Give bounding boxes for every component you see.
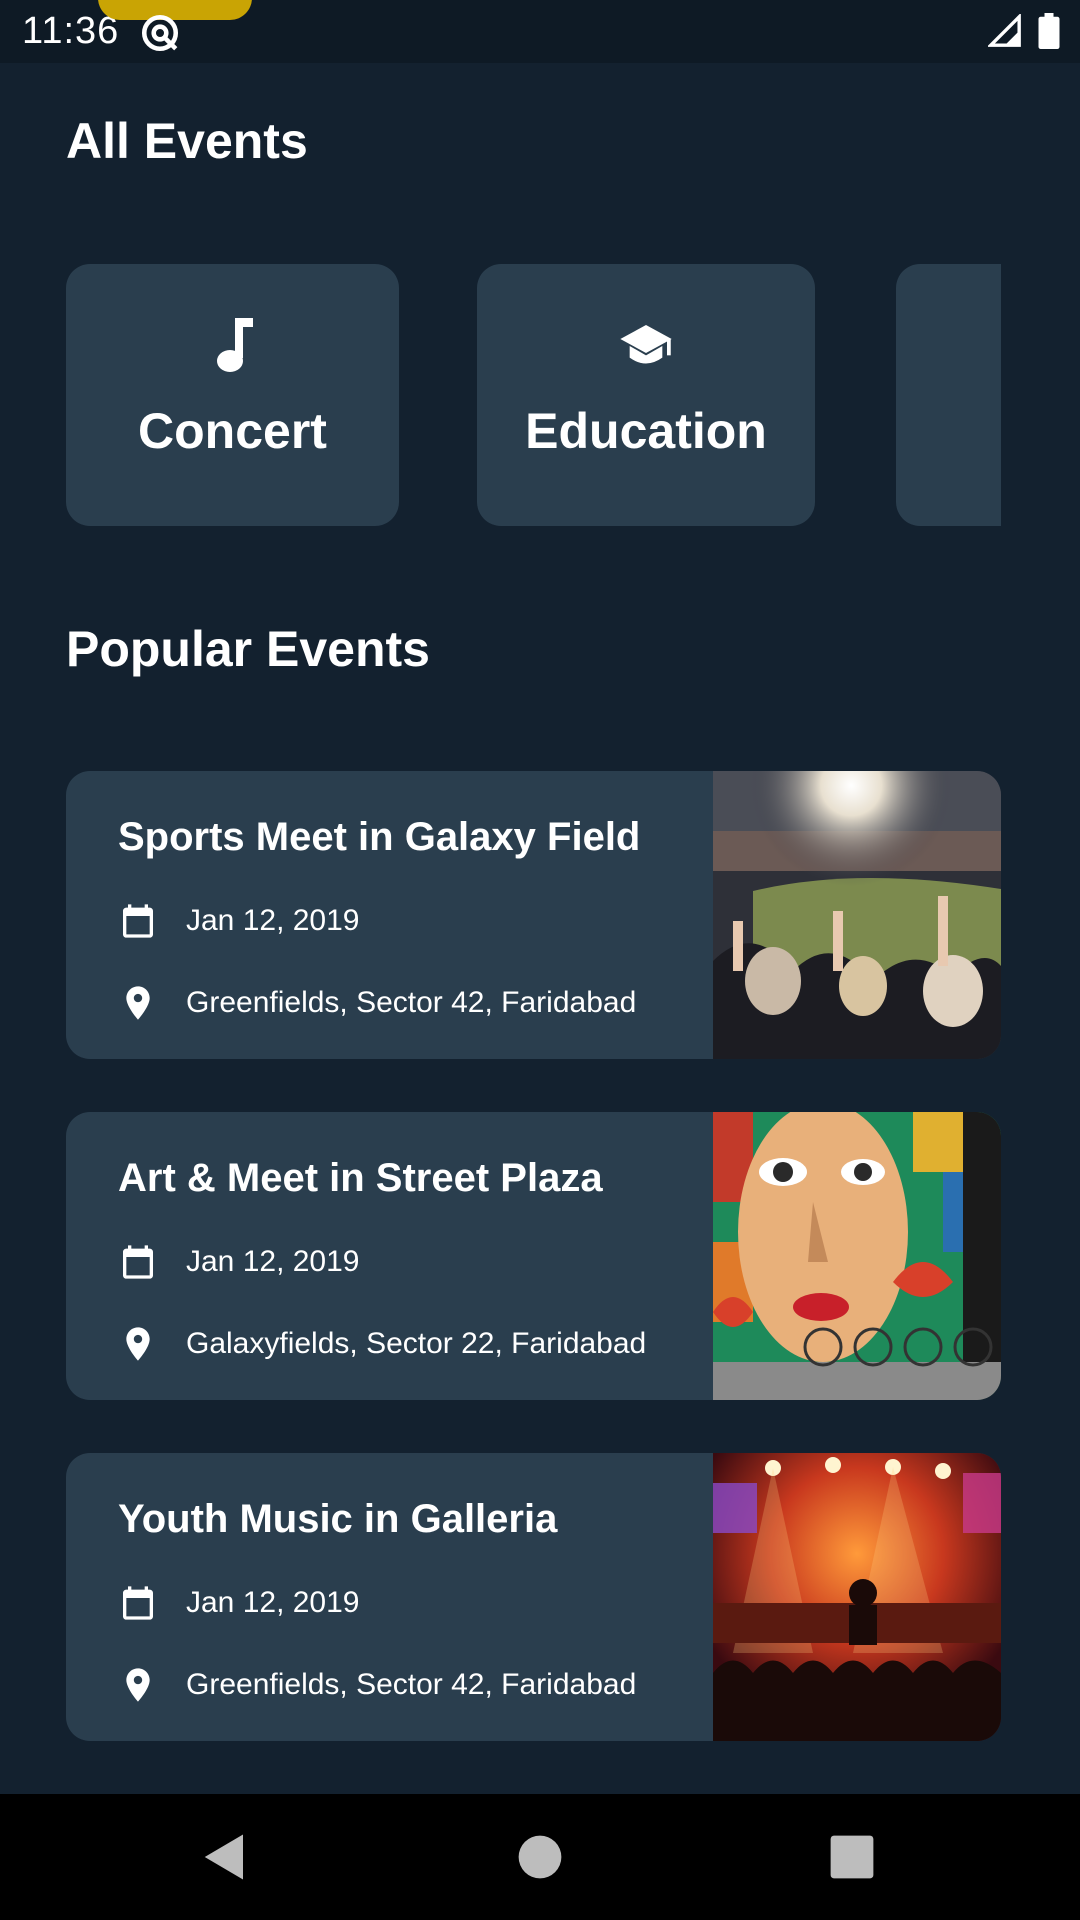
location-pin-icon bbox=[126, 1327, 150, 1361]
event-location: Galaxyfields, Sector 22, Faridabad bbox=[186, 1327, 647, 1360]
concert-stage-photo bbox=[713, 1453, 1001, 1741]
recents-icon[interactable] bbox=[825, 1830, 879, 1884]
music-note-icon bbox=[205, 318, 261, 374]
event-card[interactable]: Sports Meet in Galaxy Field Jan 12, 2019… bbox=[66, 771, 1001, 1059]
category-label: Education bbox=[525, 403, 767, 459]
event-date-row: Jan 12, 2019 bbox=[118, 1240, 359, 1284]
event-date-row: Jan 12, 2019 bbox=[118, 1581, 359, 1625]
page-title: All Events bbox=[66, 113, 308, 169]
event-location-row: Greenfields, Sector 42, Faridabad bbox=[118, 981, 636, 1025]
status-bar: 11:36 bbox=[0, 0, 1080, 63]
category-card-education[interactable]: Education bbox=[477, 264, 815, 526]
at-sign-icon bbox=[141, 14, 179, 52]
event-location: Greenfields, Sector 42, Faridabad bbox=[186, 1668, 637, 1701]
location-pin-icon bbox=[126, 986, 150, 1020]
calendar-icon bbox=[123, 904, 153, 938]
location-pin-icon bbox=[126, 1668, 150, 1702]
battery-icon bbox=[1038, 13, 1060, 49]
category-card-partial[interactable] bbox=[896, 264, 1001, 526]
event-location: Greenfields, Sector 42, Faridabad bbox=[186, 986, 637, 1019]
event-date: Jan 12, 2019 bbox=[186, 1586, 360, 1619]
category-label: Concert bbox=[138, 403, 327, 459]
calendar-icon bbox=[123, 1586, 153, 1620]
calendar-icon bbox=[123, 1245, 153, 1279]
status-time: 11:36 bbox=[22, 10, 120, 52]
event-title: Youth Music in Galleria bbox=[118, 1497, 558, 1541]
cellular-signal-icon bbox=[988, 14, 1021, 47]
event-location-row: Greenfields, Sector 42, Faridabad bbox=[118, 1663, 636, 1707]
street-art-mural-photo bbox=[713, 1112, 1001, 1400]
category-card-concert[interactable]: Concert bbox=[66, 264, 399, 526]
section-title-popular: Popular Events bbox=[66, 621, 430, 677]
category-carousel[interactable]: Concert Education bbox=[66, 264, 1001, 526]
event-date: Jan 12, 2019 bbox=[186, 1245, 360, 1278]
event-date: Jan 12, 2019 bbox=[186, 904, 360, 937]
stadium-crowd-photo bbox=[713, 771, 1001, 1059]
back-icon[interactable] bbox=[198, 1830, 252, 1884]
event-title: Art & Meet in Street Plaza bbox=[118, 1156, 603, 1200]
event-title: Sports Meet in Galaxy Field bbox=[118, 815, 641, 859]
event-card[interactable]: Art & Meet in Street Plaza Jan 12, 2019 … bbox=[66, 1112, 1001, 1400]
system-nav-bar bbox=[0, 1794, 1080, 1920]
event-card[interactable]: Youth Music in Galleria Jan 12, 2019 Gre… bbox=[66, 1453, 1001, 1741]
home-icon[interactable] bbox=[513, 1830, 567, 1884]
event-location-row: Galaxyfields, Sector 22, Faridabad bbox=[118, 1322, 646, 1366]
graduation-cap-icon bbox=[618, 318, 674, 374]
event-date-row: Jan 12, 2019 bbox=[118, 899, 359, 943]
